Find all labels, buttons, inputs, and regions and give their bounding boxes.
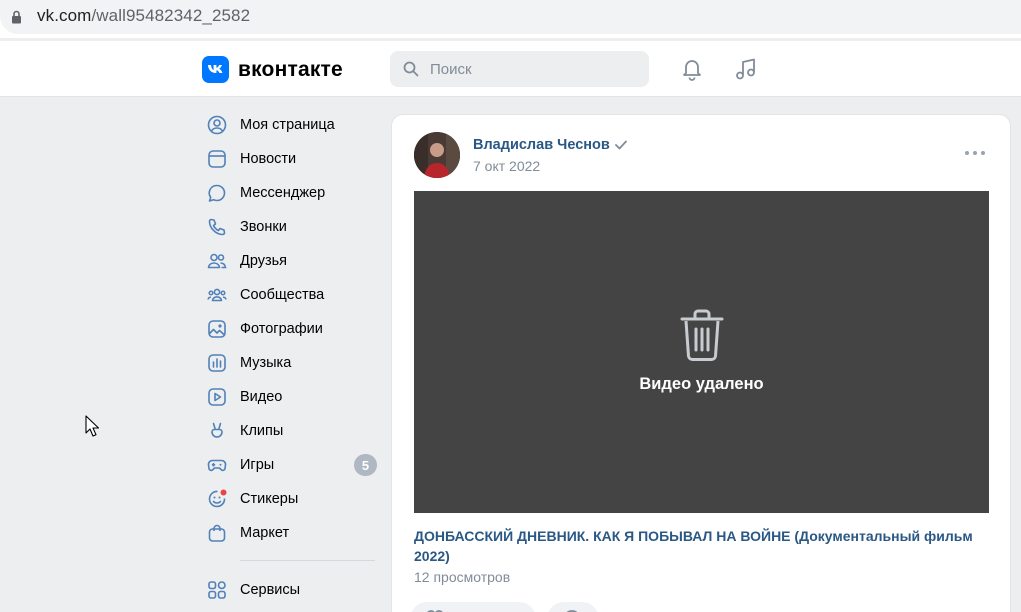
sidebar-item-label: Новости	[240, 151, 297, 167]
sidebar-item-news[interactable]: Новости	[200, 142, 380, 176]
left-sidebar: Моя страница Новости Мессенджер Звонки Д…	[200, 108, 380, 607]
sidebar-item-market[interactable]: Маркет	[200, 516, 380, 550]
games-notification-badge: 5	[354, 454, 377, 476]
sidebar-item-friends[interactable]: Друзья	[200, 244, 380, 278]
sidebar-item-label: Видео	[240, 389, 283, 405]
sidebar-item-services[interactable]: Сервисы	[200, 573, 380, 607]
sidebar-item-label: Фотографии	[240, 321, 323, 337]
sidebar-item-label: Стикеры	[240, 491, 299, 507]
sidebar-item-calls[interactable]: Звонки	[200, 210, 380, 244]
video-icon	[208, 388, 226, 406]
heart-icon	[427, 610, 443, 612]
view-count: 12 просмотров	[414, 569, 511, 585]
sidebar-item-music[interactable]: Музыка	[200, 346, 380, 380]
url-field[interactable]: vk.com/wall95482342_2582	[0, 0, 1021, 34]
url-text[interactable]: vk.com/wall95482342_2582	[37, 6, 250, 26]
vk-logo-icon	[202, 56, 229, 83]
market-bag-icon	[208, 524, 226, 542]
sidebar-item-label: Музыка	[240, 355, 292, 371]
more-options-icon[interactable]	[964, 149, 986, 157]
sidebar-item-label: Клипы	[240, 423, 284, 439]
post-author-link[interactable]: Владислав Чеснов	[473, 137, 627, 153]
sidebar-item-video[interactable]: Видео	[200, 380, 380, 414]
news-icon	[208, 150, 226, 168]
photos-icon	[208, 320, 226, 338]
video-deleted-message: Видео удалено	[639, 375, 764, 393]
author-avatar[interactable]	[414, 132, 460, 178]
lock-icon	[12, 10, 21, 24]
trash-icon	[680, 309, 724, 362]
sidebar-item-photos[interactable]: Фотографии	[200, 312, 380, 346]
avatar-photo	[414, 132, 460, 178]
sidebar-item-label: Игры	[240, 457, 275, 473]
search-box[interactable]	[390, 51, 649, 87]
sidebar-item-stickers[interactable]: Стикеры	[200, 482, 380, 516]
verified-check-icon	[614, 140, 627, 150]
video-title-link[interactable]: ДОНБАССКИЙ ДНЕВНИК. КАК Я ПОБЫВАЛ НА ВОЙ…	[414, 526, 984, 566]
sidebar-item-my-page[interactable]: Моя страница	[200, 108, 380, 142]
vk-logo[interactable]: вконтакте	[202, 56, 343, 83]
search-icon	[403, 61, 419, 77]
video-player-deleted[interactable]: Видео удалено	[414, 191, 989, 513]
vk-header: вконтакте	[0, 41, 1021, 97]
comment-icon	[566, 610, 578, 612]
message-icon	[208, 184, 226, 202]
sidebar-item-clips[interactable]: Клипы	[200, 414, 380, 448]
like-button[interactable]	[410, 602, 536, 612]
bell-icon[interactable]	[678, 55, 706, 83]
comment-button[interactable]	[547, 602, 599, 612]
phone-icon	[208, 218, 226, 236]
sidebar-item-label: Звонки	[240, 219, 287, 235]
post-date[interactable]: 7 окт 2022	[473, 158, 540, 174]
url-path: /wall95482342_2582	[91, 6, 251, 25]
friends-icon	[207, 253, 227, 269]
communities-icon	[207, 288, 227, 302]
sidebar-item-label: Друзья	[240, 253, 288, 269]
sidebar-item-label: Сообщества	[240, 287, 325, 303]
sidebar-item-communities[interactable]: Сообщества	[200, 278, 380, 312]
search-input[interactable]	[430, 51, 640, 87]
services-grid-icon	[208, 581, 226, 599]
sidebar-item-label: Маркет	[240, 525, 290, 541]
post-card: Владислав Чеснов 7 окт 2022 Видео удален…	[391, 114, 1011, 612]
gamepad-icon	[207, 459, 227, 472]
url-host: vk.com	[37, 6, 92, 25]
browser-address-bar: vk.com/wall95482342_2582	[0, 0, 1021, 38]
sidebar-item-label: Сервисы	[240, 582, 301, 598]
clips-icon	[211, 422, 223, 438]
author-name: Владислав Чеснов	[473, 137, 610, 153]
sidebar-item-label: Моя страница	[240, 117, 335, 133]
sidebar-item-games[interactable]: Игры 5	[200, 448, 380, 482]
mouse-cursor-icon	[85, 415, 99, 437]
sidebar-divider	[240, 560, 375, 561]
sidebar-item-messenger[interactable]: Мессенджер	[200, 176, 380, 210]
music-icon[interactable]	[732, 55, 760, 83]
vk-logo-text: вконтакте	[238, 57, 343, 81]
sidebar-item-label: Мессенджер	[240, 185, 326, 201]
music-library-icon	[208, 354, 226, 372]
stickers-icon	[208, 489, 227, 508]
user-circle-icon	[207, 115, 227, 135]
